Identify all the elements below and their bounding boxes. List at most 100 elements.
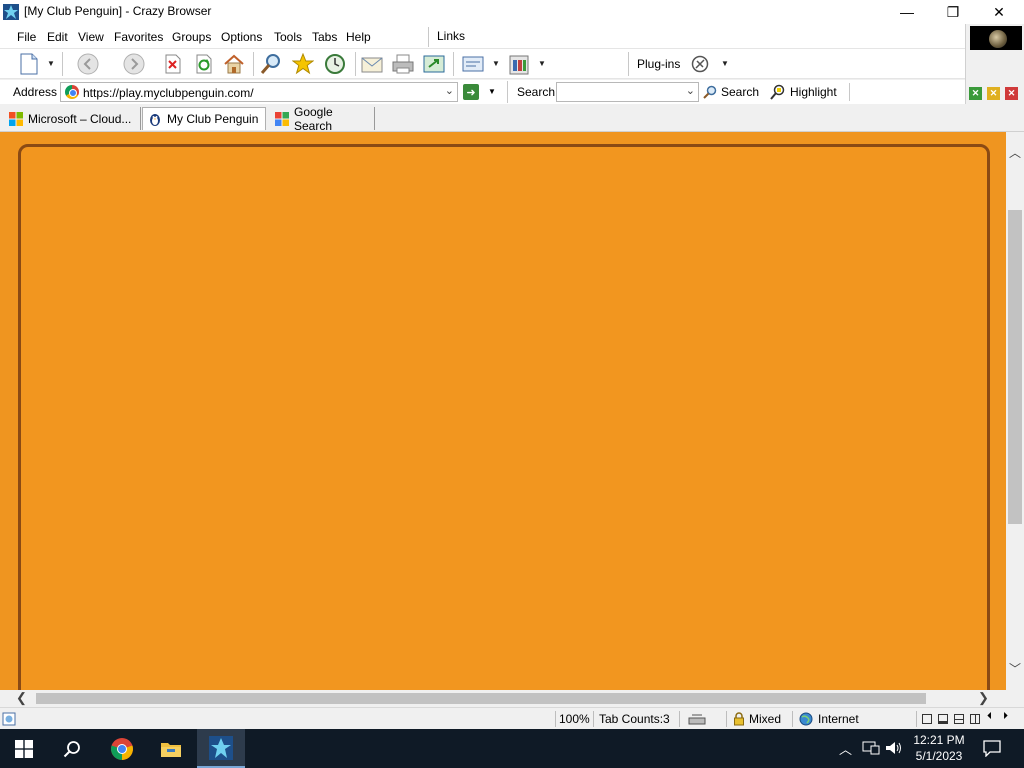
status-divider [792, 711, 793, 727]
menu-divider [428, 27, 429, 47]
file-explorer-icon [161, 742, 181, 757]
menu-help[interactable]: Help [346, 30, 371, 44]
print-icon[interactable] [392, 53, 414, 75]
scroll-left-icon[interactable]: ❮ [16, 690, 27, 706]
search-input[interactable] [560, 85, 680, 100]
chrome-icon [111, 737, 133, 760]
plugins-icon[interactable] [689, 53, 711, 75]
page-content[interactable] [0, 132, 1006, 690]
back-icon[interactable] [77, 53, 99, 75]
horizontal-scrollbar[interactable]: ❮ ❯ [0, 690, 1006, 707]
toolbar-divider [62, 52, 63, 76]
restore-tab-button[interactable]: ✕ [987, 87, 1000, 100]
restore-button[interactable]: ❐ [930, 0, 976, 24]
home-icon[interactable] [223, 53, 245, 75]
next-tab-icon[interactable]: ⏵ [1003, 711, 1008, 722]
plugins-label[interactable]: Plug-ins [637, 57, 680, 71]
plugins-dropdown-icon[interactable]: ▼ [721, 59, 729, 68]
taskbar-chrome[interactable] [98, 729, 146, 768]
windows-taskbar: ︿ 12:21 PM 5/1/2023 [0, 729, 1024, 768]
address-field[interactable]: ⌄ [60, 82, 458, 102]
scroll-up-icon[interactable]: ︿ [1006, 144, 1024, 160]
highlight-button[interactable]: Highlight [770, 83, 837, 101]
favorites-star-icon[interactable] [292, 53, 314, 75]
highlight-icon [770, 84, 785, 100]
tab-label: My Club Penguin [167, 112, 259, 126]
new-page-dropdown-icon[interactable]: ▼ [47, 59, 55, 68]
go-button[interactable]: ➜ [463, 84, 479, 100]
edit-icon[interactable] [462, 53, 484, 75]
taskbar-search-button[interactable] [48, 729, 96, 768]
taskbar-search-icon [63, 740, 80, 757]
chrome-favicon-icon [65, 85, 79, 99]
history-icon[interactable] [324, 53, 346, 75]
windows-start-icon [15, 739, 33, 758]
forward-icon[interactable] [123, 53, 145, 75]
links-toolbar[interactable]: Links [437, 29, 465, 43]
crazy-browser-app-icon [3, 4, 19, 20]
clipboard-dropdown-icon[interactable]: ▼ [538, 59, 546, 68]
scroll-right-icon[interactable]: ❯ [978, 690, 989, 706]
club-penguin-game-frame[interactable] [18, 144, 990, 690]
menu-favorites[interactable]: Favorites [114, 30, 163, 44]
tab-close-icon: ✕ [1007, 88, 1016, 98]
status-divider [916, 711, 917, 727]
scroll-down-icon[interactable]: ﹀ [1006, 660, 1024, 676]
menu-view[interactable]: View [78, 30, 104, 44]
status-divider [555, 711, 556, 727]
start-button[interactable] [0, 729, 48, 768]
search-field[interactable]: ⌄ [556, 82, 699, 102]
minimize-button[interactable]: — [884, 0, 930, 24]
taskbar-crazy-browser[interactable] [197, 729, 245, 768]
refresh-icon[interactable] [193, 53, 215, 75]
tab-google-search[interactable]: Google Search [270, 105, 375, 133]
network-tray-icon[interactable] [862, 740, 880, 756]
maximize-tab-button[interactable]: ✕ [969, 87, 982, 100]
clock-time: 12:21 PM [913, 733, 965, 747]
mail-icon[interactable] [361, 53, 383, 75]
tab-restore-icon: ✕ [989, 88, 998, 98]
fullscreen-icon[interactable] [423, 53, 445, 75]
menu-options[interactable]: Options [221, 30, 262, 44]
vertical-scrollbar[interactable]: ︿ ﹀ [1006, 132, 1024, 690]
show-hidden-icons-icon[interactable]: ︿ [839, 739, 852, 758]
tab-microsoft-cloud[interactable]: Microsoft – Cloud... [4, 107, 141, 130]
tab-my-club-penguin[interactable]: My Club Penguin [142, 107, 266, 130]
stop-icon[interactable] [162, 53, 184, 75]
notifications-icon[interactable] [983, 740, 1001, 757]
volume-icon[interactable] [885, 740, 903, 756]
close-icon: ✕ [993, 3, 1005, 20]
address-bar: Address ⌄ ➜ ▼ Search ⌄ Search Highlight [0, 80, 965, 104]
scrollbar-corner [1006, 690, 1024, 707]
menu-groups[interactable]: Groups [172, 30, 211, 44]
clipboard-icon[interactable] [508, 53, 530, 75]
vertical-scroll-thumb[interactable] [1008, 210, 1022, 524]
go-dropdown-icon[interactable]: ▼ [488, 87, 496, 96]
toolbar-divider [628, 52, 629, 76]
toolbar-divider [355, 52, 356, 76]
taskbar-file-explorer[interactable] [147, 729, 195, 768]
window-normal-icon[interactable] [922, 714, 932, 724]
toolbar-divider [253, 52, 254, 76]
address-input[interactable] [83, 85, 433, 100]
new-page-icon[interactable] [18, 53, 40, 75]
menu-tabs[interactable]: Tabs [312, 30, 337, 44]
address-dropdown-icon[interactable]: ⌄ [445, 84, 454, 97]
edit-dropdown-icon[interactable]: ▼ [492, 59, 500, 68]
tile-vertical-icon[interactable] [970, 714, 980, 724]
search-icon[interactable] [260, 53, 282, 75]
close-button[interactable]: ✕ [976, 0, 1022, 24]
taskbar-clock[interactable]: 12:21 PM 5/1/2023 [906, 732, 972, 764]
search-dropdown-icon[interactable]: ⌄ [686, 84, 695, 97]
cascade-icon[interactable] [938, 714, 948, 724]
horizontal-scroll-thumb[interactable] [36, 693, 926, 704]
search-button[interactable]: Search [703, 83, 759, 101]
close-tab-button[interactable]: ✕ [1005, 87, 1018, 100]
microsoft-logo-icon [9, 111, 23, 126]
prev-tab-icon[interactable]: ⏴ [987, 711, 992, 722]
tile-horizontal-icon[interactable] [954, 714, 964, 724]
zoom-level[interactable]: 100% [559, 712, 590, 726]
menu-edit[interactable]: Edit [47, 30, 68, 44]
menu-tools[interactable]: Tools [274, 30, 302, 44]
menu-file[interactable]: File [17, 30, 36, 44]
